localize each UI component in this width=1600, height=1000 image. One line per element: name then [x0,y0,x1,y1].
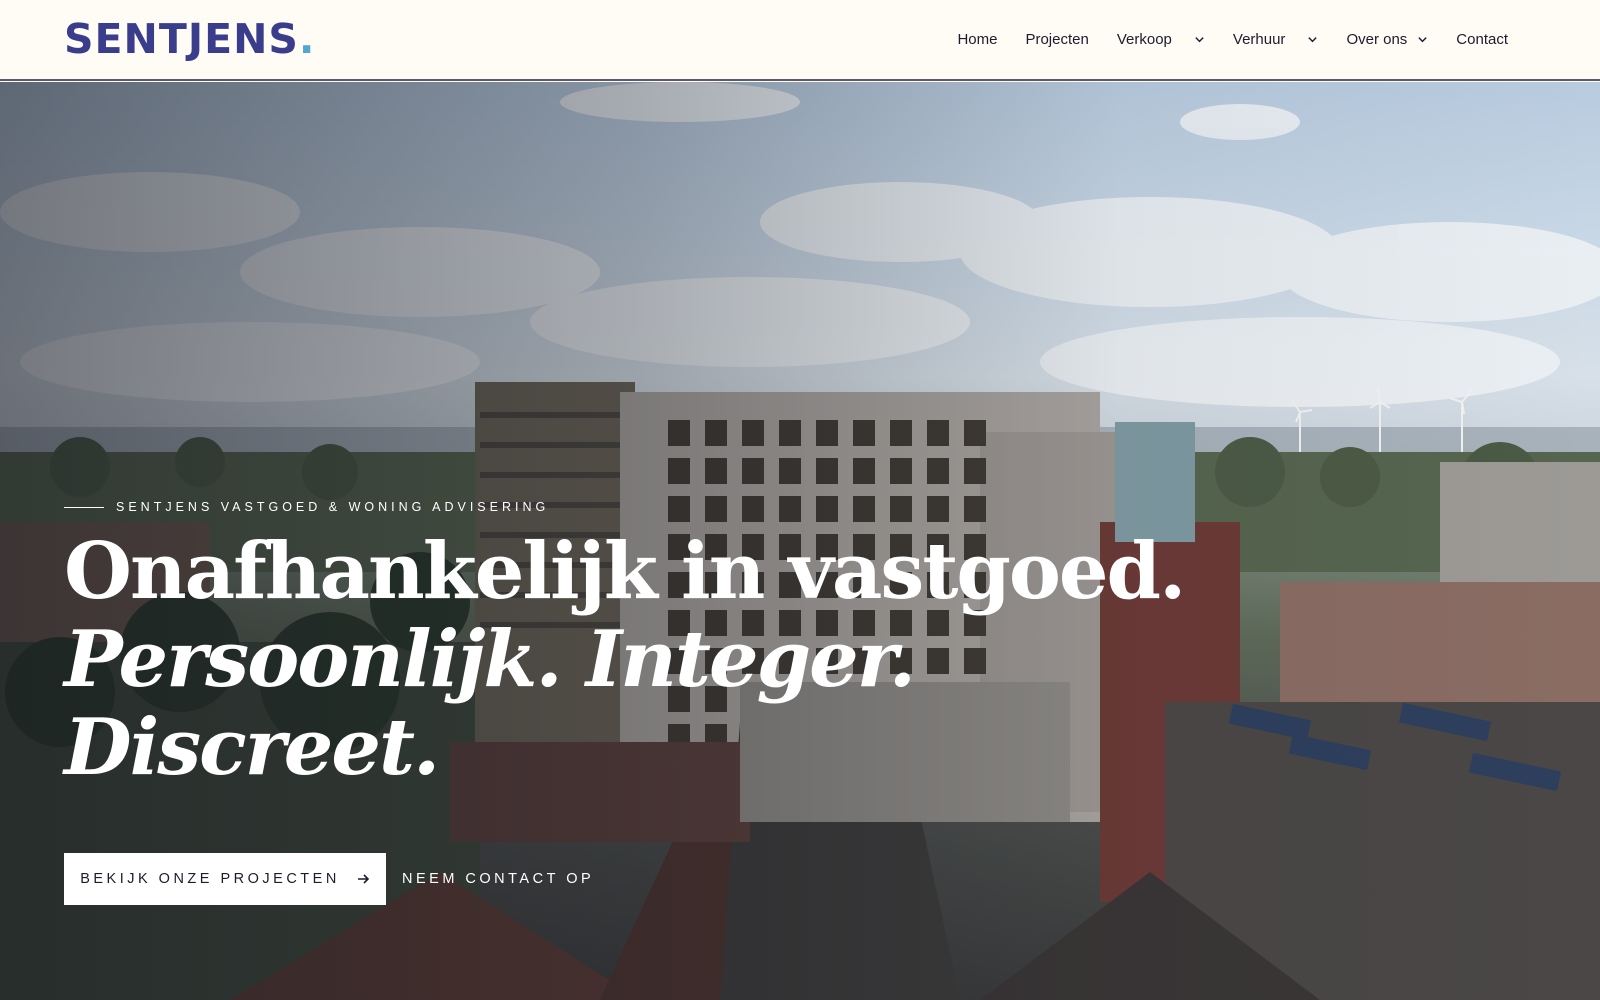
view-projects-button[interactable]: BEKIJK ONZE PROJECTEN [64,853,386,905]
nav-item-contact[interactable]: Contact [1456,31,1508,48]
main-nav: Home Projecten Verkoop Verhuur Over ons … [929,31,1508,48]
nav-item-label: Verhuur [1232,31,1286,48]
nav-item-projecten[interactable]: Projecten [1025,31,1088,48]
headline-line-2: Persoonlijk. Integer. [64,614,916,705]
nav-item-verhuur[interactable]: Verhuur [1233,31,1319,48]
headline-line-1: Onafhankelijk in vastgoed. [64,526,1186,617]
nav-item-label: Verkoop [1116,31,1172,48]
site-header: SENTJENS. Home Projecten Verkoop Verhuur… [0,0,1600,81]
nav-item-label: Contact [1456,31,1508,48]
logo-text: SENTJENS [64,15,299,63]
tagline-divider [64,506,104,508]
chevron-down-icon[interactable] [1307,34,1318,45]
nav-item-home[interactable]: Home [957,31,997,48]
nav-item-label: Over ons [1346,31,1408,48]
nav-item-label: Home [957,31,998,48]
logo[interactable]: SENTJENS. [64,19,316,60]
hero-headline: Onafhankelijk in vastgoed. Persoonlijk. … [64,526,1186,793]
chevron-down-icon[interactable] [1194,34,1205,45]
view-projects-label: BEKIJK ONZE PROJECTEN [80,871,340,887]
nav-item-over-ons[interactable]: Over ons [1346,31,1428,48]
logo-dot: . [298,15,316,63]
tagline-text: SENTJENS VASTGOED & WONING ADVISERING [116,500,550,514]
nav-item-verkoop[interactable]: Verkoop [1117,31,1205,48]
contact-us-link[interactable]: NEEM CONTACT OP [402,871,594,887]
arrow-right-icon [356,872,370,886]
chevron-down-icon[interactable] [1417,34,1428,45]
hero-cta-row: BEKIJK ONZE PROJECTEN NEEM CONTACT OP [64,853,594,905]
nav-item-label: Projecten [1025,31,1089,48]
headline-line-3: Discreet. [64,702,440,793]
hero-tagline: SENTJENS VASTGOED & WONING ADVISERING [64,500,549,514]
hero-section: SENTJENS VASTGOED & WONING ADVISERING On… [0,82,1600,1000]
